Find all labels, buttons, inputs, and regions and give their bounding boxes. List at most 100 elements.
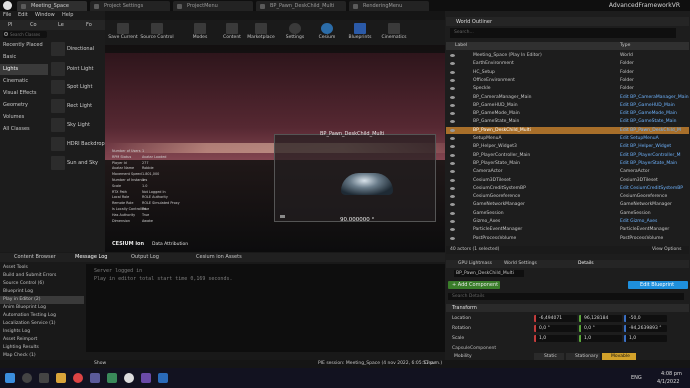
language-indicator[interactable]: ENG: [631, 375, 642, 381]
mode-tab-content[interactable]: Co: [30, 22, 37, 28]
menu-file[interactable]: File: [3, 11, 11, 20]
log-category-item[interactable]: Asset Tools: [0, 264, 84, 272]
tab-output-log[interactable]: Output Log: [131, 253, 159, 262]
outliner-row-type[interactable]: Edit Gizmo_Axes: [620, 218, 657, 226]
outliner-row[interactable]: CesiumGeoreference CesiumGeoreference: [446, 193, 689, 201]
outliner-row-type[interactable]: Edit BP_CameraManager_Main: [620, 94, 689, 102]
tab-project-settings[interactable]: Project Settings: [90, 1, 170, 11]
rotation-field[interactable]: 0,0 °: [579, 325, 622, 332]
visibility-eye-icon[interactable]: [450, 161, 455, 165]
log-category-item[interactable]: Blueprint Log: [0, 288, 84, 296]
outliner-row-type[interactable]: Edit BP_GameState_Main: [620, 118, 677, 126]
app-icon[interactable]: [141, 373, 151, 383]
mobility-stationary-button[interactable]: Stationary: [566, 353, 600, 360]
category-lights[interactable]: Lights: [0, 64, 48, 75]
windows-start-icon[interactable]: [5, 373, 15, 383]
visibility-eye-icon[interactable]: [450, 103, 455, 107]
log-category-item[interactable]: Source Control (6): [0, 280, 84, 288]
transform-gizmo[interactable]: [280, 215, 285, 218]
rotation-field[interactable]: 0,0 °: [534, 325, 577, 332]
category-visual-effects[interactable]: Visual Effects: [0, 88, 48, 99]
mode-tab-level[interactable]: Le: [58, 22, 64, 28]
world-outliner-tab[interactable]: World Outliner: [446, 17, 689, 26]
tab-cesium-ion-assets[interactable]: Cesium ion Assets: [196, 253, 242, 262]
column-type[interactable]: Type: [620, 42, 630, 50]
log-category-item[interactable]: Insights Log: [0, 328, 84, 336]
visibility-eye-icon[interactable]: [450, 137, 455, 140]
category-basic[interactable]: Basic: [0, 52, 48, 63]
scale-field[interactable]: 1,0: [624, 335, 667, 342]
category-geometry[interactable]: Geometry: [0, 100, 48, 111]
show-filter-button[interactable]: Show: [94, 361, 106, 366]
outliner-row[interactable]: PostProcessVolume PostProcessVolume: [446, 235, 689, 243]
tab-gpu-lightmass[interactable]: GPU Lightmass: [458, 260, 492, 268]
outliner-row-type[interactable]: Edit BP_Pawn_DeskChild_M: [620, 127, 681, 135]
outliner-row[interactable]: CameraActor CameraActor: [446, 168, 689, 176]
log-category-item[interactable]: Build and Submit Errors: [0, 272, 84, 280]
outliner-row[interactable]: BP_CameraManager_Main Edit BP_CameraManag…: [446, 94, 689, 102]
content-button[interactable]: Content: [220, 20, 244, 45]
tab-rendering-menu[interactable]: RenderingMenu: [349, 1, 429, 11]
log-category-item[interactable]: Automation Testing Log: [0, 312, 84, 320]
outliner-row-type[interactable]: Edit BP_PlayerController_M: [620, 152, 680, 160]
details-search-input[interactable]: Search Details: [448, 293, 684, 300]
search-classes-input[interactable]: Search Classes: [3, 31, 47, 38]
task-view-icon[interactable]: [39, 373, 49, 383]
menu-edit[interactable]: Edit: [18, 11, 28, 20]
outliner-row-type[interactable]: Edit CesiumCreditSystemBP: [620, 185, 683, 193]
visibility-eye-icon[interactable]: [450, 62, 455, 66]
actor-hdri-backdrop[interactable]: HDRI Backdrop: [49, 136, 105, 152]
visibility-eye-icon[interactable]: [450, 170, 455, 174]
category-recently-placed[interactable]: Recently Placed: [0, 40, 48, 51]
actor-directional-light[interactable]: Directional: [49, 41, 105, 57]
cinematics-button[interactable]: Cinematics: [379, 20, 409, 45]
source-control-button[interactable]: Source Control: [140, 20, 174, 45]
log-category-item[interactable]: Lighting Results: [0, 344, 84, 352]
mode-tab-place[interactable]: Pl: [8, 22, 12, 28]
outliner-row[interactable]: Gizmo_Axes Edit Gizmo_Axes: [446, 218, 689, 226]
visibility-eye-icon[interactable]: [450, 220, 455, 223]
capsule-section-header[interactable]: CapsuleComponent: [452, 346, 496, 351]
visibility-eye-icon[interactable]: [450, 236, 455, 240]
actor-sky-light[interactable]: Sky Light: [49, 117, 105, 133]
outliner-row[interactable]: BP_PlayerState_Main Edit BP_PlayerState_M…: [446, 160, 689, 168]
blueprints-button[interactable]: Blueprints: [345, 20, 375, 45]
category-cinematic[interactable]: Cinematic: [0, 76, 48, 87]
outliner-row[interactable]: BP_Pawn_DeskChild_Multi Edit BP_Pawn_Desk…: [446, 126, 689, 135]
actor-spot-light[interactable]: Spot Light: [49, 79, 105, 95]
modes-button[interactable]: Modes: [187, 20, 213, 45]
location-field[interactable]: -6,494071: [534, 315, 577, 322]
scale-field[interactable]: 1,0: [534, 335, 577, 342]
outliner-row[interactable]: BP_PlayerController_Main Edit BP_PlayerCo…: [446, 152, 689, 160]
outliner-row-type[interactable]: Edit SetupMenuA: [620, 135, 659, 143]
rotation-field[interactable]: -94,2639893 °: [624, 325, 667, 332]
location-field[interactable]: -50,0: [624, 315, 667, 322]
chrome-icon[interactable]: [73, 373, 83, 383]
visibility-eye-icon[interactable]: [450, 54, 455, 57]
visibility-eye-icon[interactable]: [450, 203, 455, 207]
add-component-button[interactable]: + Add Component: [448, 281, 500, 289]
visibility-eye-icon[interactable]: [450, 128, 455, 132]
visibility-eye-icon[interactable]: [450, 120, 455, 124]
outliner-row[interactable]: Speckle Folder: [446, 85, 689, 93]
visibility-eye-icon[interactable]: [450, 112, 455, 116]
outliner-row-type[interactable]: Edit BP_PlayerState_Main: [620, 160, 677, 168]
outliner-row[interactable]: BP_GameHUD_Main Edit BP_GameHUD_Main: [446, 102, 689, 110]
visibility-eye-icon[interactable]: [450, 186, 455, 190]
category-volumes[interactable]: Volumes: [0, 112, 48, 123]
location-field[interactable]: 96,128184: [579, 315, 622, 322]
outliner-row-type[interactable]: Edit BP_GameHUD_Main: [620, 102, 675, 110]
data-attribution-link[interactable]: Data Attribution: [152, 242, 188, 247]
clock-date[interactable]: 4/1/2022: [657, 379, 679, 385]
outliner-row[interactable]: EarthEnvironment Folder: [446, 60, 689, 68]
visibility-eye-icon[interactable]: [450, 70, 455, 74]
column-label[interactable]: Label: [455, 42, 467, 50]
tab-content-browser[interactable]: Content Browser: [14, 253, 56, 262]
tab-meeting-space[interactable]: Meeting_Space: [17, 1, 87, 11]
mobility-static-button[interactable]: Static: [534, 353, 564, 360]
outliner-row[interactable]: Cesium3DTileset Cesium3DTileset: [446, 177, 689, 185]
outliner-row[interactable]: SetupMenuA Edit SetupMenuA: [446, 135, 689, 143]
settings-button[interactable]: Settings: [283, 20, 307, 45]
outliner-row[interactable]: ParticleEventManager ParticleEventManager: [446, 226, 689, 234]
menu-help[interactable]: Help: [62, 11, 73, 20]
